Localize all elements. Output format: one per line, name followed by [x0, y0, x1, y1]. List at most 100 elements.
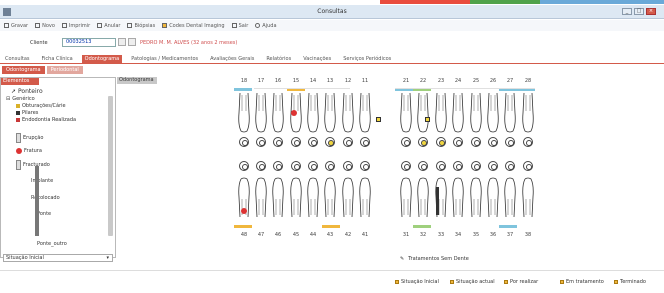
no-tooth-treatments[interactable]: ✎ Tratamentos Sem Dente [400, 256, 469, 262]
exit-button[interactable]: Sair [231, 23, 248, 29]
tooth-lower[interactable] [271, 177, 285, 218]
legend-situacao-actual[interactable]: Situação actual [450, 279, 495, 285]
help-button[interactable]: Ajuda [255, 23, 277, 29]
tab-relatorios[interactable]: Relatórios [263, 55, 294, 63]
tooth-upper[interactable] [434, 92, 448, 133]
tooth-upper[interactable] [237, 92, 251, 133]
tooth-upper[interactable] [486, 92, 500, 133]
tooth-surface-upper[interactable] [239, 137, 249, 147]
tooth-upper[interactable] [469, 92, 483, 133]
status-select[interactable]: Situação Inicial ▾ [3, 254, 113, 262]
tab-vacinacoes[interactable]: Vacinações [300, 55, 334, 63]
tooth-surface-lower[interactable] [505, 161, 515, 171]
tooth-surface-upper[interactable] [436, 137, 446, 147]
tooth-surface-lower[interactable] [291, 161, 301, 171]
tooth-surface-upper[interactable] [291, 137, 301, 147]
tooth-upper[interactable] [254, 92, 268, 133]
tooth-surface-lower[interactable] [488, 161, 498, 171]
tooth-surface-upper[interactable] [256, 137, 266, 147]
tool-endodontics[interactable]: Endodontia Realizada [16, 117, 76, 123]
tooth-surface-upper[interactable] [471, 137, 481, 147]
tooth-surface-upper[interactable] [325, 137, 335, 147]
tooth-surface-lower[interactable] [343, 161, 353, 171]
tool-fractured[interactable]: Fracturado [16, 160, 50, 170]
new-button[interactable]: Novo [35, 23, 55, 29]
tool-eruption[interactable]: Erupção [16, 133, 43, 143]
tab-odontograma[interactable]: Odontograma [81, 55, 123, 63]
tooth-surface-lower[interactable] [308, 161, 318, 171]
elements-scrollbar[interactable] [108, 96, 113, 236]
tooth-surface-lower[interactable] [325, 161, 335, 171]
tooth-lower[interactable] [289, 177, 303, 218]
legend-em-tratamento[interactable]: Em tratamento [560, 279, 604, 285]
tooth-surface-lower[interactable] [471, 161, 481, 171]
tooth-surface-upper[interactable] [343, 137, 353, 147]
tooth-surface-lower[interactable] [418, 161, 428, 171]
minimize-button[interactable]: _ [622, 8, 632, 15]
tooth-surface-upper[interactable] [488, 137, 498, 147]
tooth-lower[interactable] [486, 177, 500, 218]
tool-fracture[interactable]: Fratura [16, 148, 42, 154]
tooth-surface-upper[interactable] [523, 137, 533, 147]
tooth-lower[interactable] [358, 177, 372, 218]
tooth-lower[interactable] [416, 177, 430, 218]
tool-bridge-other[interactable]: Ponte_outro [37, 241, 67, 247]
tooth-lower[interactable] [399, 177, 413, 218]
legend-terminado[interactable]: Terminado [614, 279, 646, 285]
tab-consultas[interactable]: Consultas [2, 55, 33, 63]
tooth-surface-upper[interactable] [418, 137, 428, 147]
tooth-surface-lower[interactable] [453, 161, 463, 171]
tooth-lower[interactable] [451, 177, 465, 218]
imaging-button[interactable]: Codes Dental Imaging [162, 23, 225, 29]
client-code-input[interactable]: 00032513 [62, 38, 116, 47]
save-button[interactable]: Gravar [4, 23, 28, 29]
tooth-lower[interactable] [469, 177, 483, 218]
tooth-surface-upper[interactable] [453, 137, 463, 147]
tooth-lower[interactable] [306, 177, 320, 218]
tooth-surface-upper[interactable] [505, 137, 515, 147]
maximize-button[interactable]: □ [634, 8, 644, 15]
tooth-surface-lower[interactable] [256, 161, 266, 171]
tooth-lower[interactable] [521, 177, 535, 218]
tooth-surface-lower[interactable] [523, 161, 533, 171]
tooth-upper[interactable] [521, 92, 535, 133]
tooth-surface-upper[interactable] [273, 137, 283, 147]
tooth-upper[interactable] [399, 92, 413, 133]
biopsy-button[interactable]: Biópsias [127, 23, 155, 29]
tooth-upper[interactable] [451, 92, 465, 133]
subtab-odontograma[interactable]: Odontograma [2, 66, 45, 74]
tooth-upper[interactable] [306, 92, 320, 133]
tool-bridge[interactable]: Ponte [37, 211, 51, 217]
tooth-lower[interactable] [341, 177, 355, 218]
tooth-upper[interactable] [341, 92, 355, 133]
tab-avaliacoes[interactable]: Avaliações Gerais [207, 55, 257, 63]
tooth-upper[interactable] [271, 92, 285, 133]
cancel-button[interactable]: Anular [97, 23, 120, 29]
tooth-lower[interactable] [503, 177, 517, 218]
tooth-surface-upper[interactable] [360, 137, 370, 147]
tooth-surface-lower[interactable] [401, 161, 411, 171]
close-button[interactable]: × [646, 8, 656, 15]
tab-patologias[interactable]: Patologias / Medicamentos [128, 55, 201, 63]
tab-ficha-clinica[interactable]: Ficha Clínica [39, 55, 76, 63]
tool-fillings[interactable]: Obturações/Cárie [16, 103, 66, 109]
tooth-surface-lower[interactable] [239, 161, 249, 171]
tooth-surface-lower[interactable] [273, 161, 283, 171]
print-button[interactable]: Imprimir [61, 23, 90, 29]
tooth-upper[interactable] [416, 92, 430, 133]
legend-por-realizar[interactable]: Por realizar [504, 279, 538, 285]
tooth-surface-upper[interactable] [308, 137, 318, 147]
search-client-button[interactable] [118, 38, 126, 46]
legend-situacao-inicial[interactable]: Situação Inicial [395, 279, 439, 285]
tooth-lower[interactable] [254, 177, 268, 218]
tooth-surface-upper[interactable] [401, 137, 411, 147]
tooth-surface-lower[interactable] [436, 161, 446, 171]
tooth-lower[interactable] [323, 177, 337, 218]
tooth-surface-lower[interactable] [360, 161, 370, 171]
tool-pointer[interactable]: ➚ Ponteiro [11, 88, 43, 95]
tooth-upper[interactable] [503, 92, 517, 133]
tooth-upper[interactable] [323, 92, 337, 133]
tooth-upper[interactable] [358, 92, 372, 133]
tab-servicos[interactable]: Serviços Periódicos [340, 55, 394, 63]
subtab-periodontal[interactable]: Periodontal [46, 66, 83, 74]
